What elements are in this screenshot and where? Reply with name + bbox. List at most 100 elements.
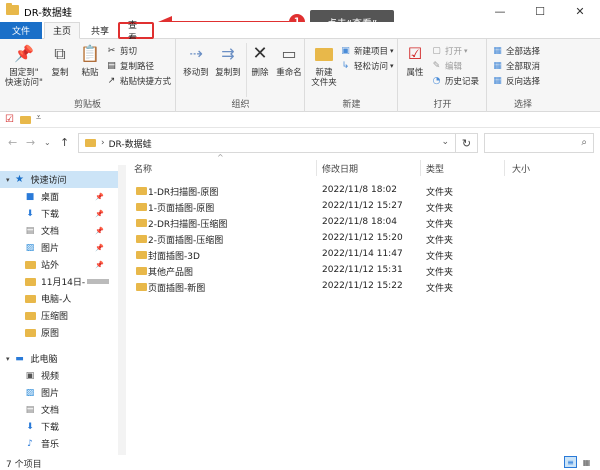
column-divider[interactable] [316,160,317,176]
table-row[interactable]: 其他产品图 2022/11/12 15:31 文件夹 [126,263,596,279]
minimize-button[interactable]: — [480,0,520,22]
paste-shortcut-button[interactable]: ↗ 粘贴快捷方式 [106,74,171,87]
folder-icon [24,327,36,338]
nav-item-folder[interactable]: 电脑-人 [0,290,118,307]
column-divider[interactable] [420,160,421,176]
column-header-modified[interactable]: 修改日期 [322,160,358,176]
move-to-button[interactable]: ⇢ 移动到 [181,43,211,79]
pin-quick-access-button[interactable]: 📌 固定到" 快速访问" [4,43,44,89]
tab-file[interactable]: 文件 [0,22,42,39]
address-path[interactable]: DR-数据蛙 [109,137,152,150]
back-arrow-icon[interactable]: ← [8,136,17,149]
history-button[interactable]: ◔ 历史记录 [431,74,479,87]
invert-selection-button[interactable]: ▦ 反向选择 [492,74,540,87]
ribbon-tabs: 文件 主页 共享 查看 [0,21,600,44]
paste-button[interactable]: 📋 粘贴 [76,43,104,79]
table-row[interactable]: 1-页面插图-原图 2022/11/12 15:27 文件夹 [126,199,596,215]
file-modified: 2022/11/12 15:27 [322,201,403,211]
copy-to-label: 复制到 [215,68,241,78]
properties-button[interactable]: ☑ 属性 [401,43,429,79]
paste-label: 粘贴 [81,68,99,78]
file-name: 2-页面插图-压缩图 [148,236,224,246]
address-bar-row: ← → ⌄ ↑ › DR-数据蛙 ⌄ ↻ ⌕ [0,128,600,158]
tab-home[interactable]: 主页 [44,22,80,39]
document-icon: ▤ [25,404,35,415]
nav-item-downloads-pc[interactable]: ⬇ 下载 [0,418,118,435]
properties-check-icon[interactable]: ☑ [5,114,14,125]
computer-icon: ▬ [15,353,24,364]
new-folder-button[interactable]: 新建 文件夹 [308,43,340,88]
desktop-icon: ■ [25,191,35,202]
cut-button[interactable]: ✂ 剪切 [106,44,137,57]
table-row[interactable]: 1-DR扫描图-原图 2022/11/8 18:02 文件夹 [126,183,596,199]
select-all-button[interactable]: ▦ 全部选择 [492,44,540,57]
chevron-down-icon[interactable]: ▾ [6,176,10,184]
details-view-icon[interactable]: ≡ [564,456,577,468]
select-none-button[interactable]: ▦ 全部取消 [492,59,540,72]
delete-label: 删除 [251,68,269,78]
nav-item-pictures[interactable]: ▨ 图片 📌 [0,239,118,256]
nav-item-desktop[interactable]: ■ 桌面 📌 [0,188,118,205]
column-header-size[interactable]: 大小 [512,160,530,176]
nav-item-documents-pc[interactable]: ▤ 文档 [0,401,118,418]
organize-group-label: 组织 [231,100,250,110]
new-item-button[interactable]: ▣ 新建项目 ▾ [340,44,393,57]
table-row[interactable]: 2-页面插图-压缩图 2022/11/12 15:20 文件夹 [126,231,596,247]
nav-item-this-pc[interactable]: ▾ ▬ 此电脑 [0,350,118,367]
download-arrow-icon: ⬇ [26,208,34,219]
breadcrumb-chevron-icon[interactable]: › [101,138,105,148]
status-bar: 7 个项目 ≡ ▦ [0,455,600,470]
tab-view[interactable]: 查看 [118,21,154,44]
chevron-down-icon[interactable]: ⌄ [44,138,51,147]
nav-item-quick-access[interactable]: ▾ ★ 快速访问 [0,171,118,188]
nav-item-label: 音乐 [41,440,60,450]
easy-access-button[interactable]: ↳ 轻松访问 ▾ [340,59,394,72]
nav-item-pictures-pc[interactable]: ▨ 图片 [0,384,118,401]
copy-button[interactable]: ⧉ 复制 [46,43,74,79]
address-box[interactable]: › DR-数据蛙 ⌄ ↻ [78,133,478,153]
forward-arrow-icon[interactable]: → [26,136,35,149]
rename-button[interactable]: ▭ 重命名 [274,43,304,79]
search-input[interactable]: ⌕ [484,133,594,153]
copy-path-button[interactable]: ▤ 复制路径 [106,59,154,72]
scissors-icon: ✂ [107,45,116,56]
copy-to-button[interactable]: ⇉ 复制到 [213,43,243,79]
folder-icon [24,310,36,321]
maximize-button[interactable]: ☐ [520,0,560,22]
chevron-down-icon[interactable]: ▾ [6,355,10,363]
refresh-icon[interactable]: ↻ [455,134,477,152]
column-divider[interactable] [504,160,505,176]
table-row[interactable]: 封面插图-3D 2022/11/14 11:47 文件夹 [126,247,596,263]
up-arrow-icon[interactable]: ↑ [60,136,69,149]
customize-toolbar-icon[interactable]: ⩡ [36,113,41,123]
column-header-type[interactable]: 类型 [426,160,444,176]
folder-icon [136,219,147,227]
large-icons-view-icon[interactable]: ▦ [580,456,593,468]
column-header-name[interactable]: 名称 [134,160,152,176]
delete-button[interactable]: ✕ 删除 [247,43,273,79]
nav-item-music[interactable]: ♪ 音乐 [0,435,118,452]
nav-item-downloads[interactable]: ⬇ 下载 📌 [0,205,118,222]
close-button[interactable]: ✕ [560,0,600,22]
nav-item-folder[interactable]: 站外 📌 [0,256,118,273]
nav-scrollbar[interactable] [118,165,126,455]
invert-selection-icon: ▦ [493,75,502,86]
nav-item-videos[interactable]: ▣ 视频 [0,367,118,384]
tab-share[interactable]: 共享 [82,22,118,39]
edit-button[interactable]: ✎ 编辑 [431,59,462,72]
nav-item-folder[interactable]: 原图 [0,324,118,341]
file-modified: 2022/11/12 15:31 [322,265,403,275]
open-button[interactable]: ▢ 打开 ▾ [431,44,467,57]
nav-item-folder[interactable]: 压缩图 [0,307,118,324]
edit-label: 编辑 [445,61,463,72]
rename-icon: ▭ [281,44,297,63]
folder-icon[interactable] [20,116,31,124]
chevron-down-icon[interactable]: ⌄ [441,137,449,147]
table-row[interactable]: 2-DR扫描图-压缩图 2022/11/8 18:04 文件夹 [126,215,596,231]
table-row[interactable]: 页面插图-新图 2022/11/12 15:22 文件夹 [126,279,596,295]
nav-item-folder[interactable]: 11月14日- [0,273,118,290]
select-none-icon: ▦ [493,60,502,71]
pin-quick-access-label: 固定到" 快速访问" [5,68,43,88]
nav-item-documents[interactable]: ▤ 文档 📌 [0,222,118,239]
folder-icon [136,267,147,275]
